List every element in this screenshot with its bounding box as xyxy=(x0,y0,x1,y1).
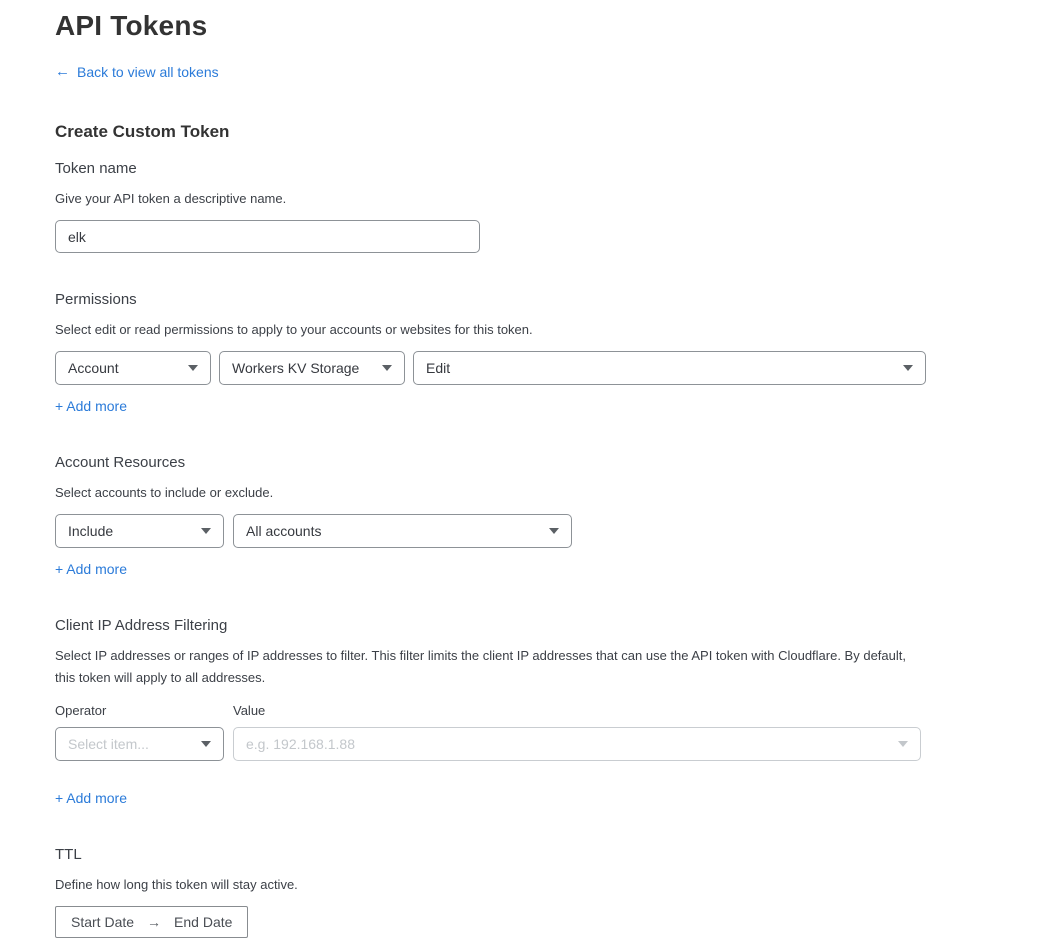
back-arrow-icon: ← xyxy=(55,64,70,80)
token-name-description: Give your API token a descriptive name. xyxy=(55,188,1043,210)
permissions-add-more-link[interactable]: + Add more xyxy=(55,398,127,414)
ip-value-placeholder: e.g. 192.168.1.88 xyxy=(246,736,355,752)
back-to-tokens-link[interactable]: ← Back to view all tokens xyxy=(55,64,219,80)
token-name-input[interactable] xyxy=(55,220,480,253)
create-custom-token-page: API Tokens ← Back to view all tokens Cre… xyxy=(0,0,1043,917)
permissions-description: Select edit or read permissions to apply… xyxy=(55,319,1043,341)
account-resources-description: Select accounts to include or exclude. xyxy=(55,482,1043,504)
permission-scope-value: Account xyxy=(68,360,119,376)
permission-resource-value: Workers KV Storage xyxy=(232,360,359,376)
account-target-select[interactable]: All accounts xyxy=(233,514,572,548)
permission-scope-select[interactable]: Account xyxy=(55,351,211,385)
ttl-date-range-picker[interactable]: Start Date → End Date xyxy=(55,906,248,938)
start-date-field[interactable]: Start Date xyxy=(71,914,134,930)
account-include-select[interactable]: Include xyxy=(55,514,224,548)
ip-filtering-add-more-link[interactable]: + Add more xyxy=(55,790,127,806)
ip-operator-select[interactable]: Select item... xyxy=(55,727,224,761)
permissions-label: Permissions xyxy=(55,291,1043,308)
ip-operator-placeholder: Select item... xyxy=(68,736,149,752)
ip-filtering-label: Client IP Address Filtering xyxy=(55,617,1043,634)
back-link-label: Back to view all tokens xyxy=(77,64,219,80)
chevron-down-icon xyxy=(549,528,559,534)
operator-column-label: Operator xyxy=(55,703,233,718)
ip-filtering-description: Select IP addresses or ranges of IP addr… xyxy=(55,645,913,689)
ttl-label: TTL xyxy=(55,846,1043,863)
chevron-down-icon xyxy=(898,741,908,747)
permission-access-select[interactable]: Edit xyxy=(413,351,926,385)
permission-access-value: Edit xyxy=(426,360,450,376)
token-name-label: Token name xyxy=(55,160,1043,177)
chevron-down-icon xyxy=(188,365,198,371)
ip-filtering-column-labels: Operator Value xyxy=(55,703,1043,718)
end-date-field[interactable]: End Date xyxy=(174,914,232,930)
ip-filtering-row: Select item... e.g. 192.168.1.88 xyxy=(55,727,1043,761)
arrow-right-icon: → xyxy=(147,914,161,930)
page-title: API Tokens xyxy=(55,8,1043,44)
account-resources-add-more-link[interactable]: + Add more xyxy=(55,561,127,577)
ip-value-combobox[interactable]: e.g. 192.168.1.88 xyxy=(233,727,921,761)
ttl-description: Define how long this token will stay act… xyxy=(55,874,1043,896)
value-column-label: Value xyxy=(233,703,265,718)
chevron-down-icon xyxy=(903,365,913,371)
chevron-down-icon xyxy=(382,365,392,371)
account-target-value: All accounts xyxy=(246,523,321,539)
permission-resource-select[interactable]: Workers KV Storage xyxy=(219,351,405,385)
permissions-row: Account Workers KV Storage Edit xyxy=(55,351,1043,385)
chevron-down-icon xyxy=(201,528,211,534)
form-heading: Create Custom Token xyxy=(55,122,1043,142)
chevron-down-icon xyxy=(201,741,211,747)
account-resources-label: Account Resources xyxy=(55,454,1043,471)
account-include-value: Include xyxy=(68,523,113,539)
account-resources-row: Include All accounts xyxy=(55,514,1043,548)
